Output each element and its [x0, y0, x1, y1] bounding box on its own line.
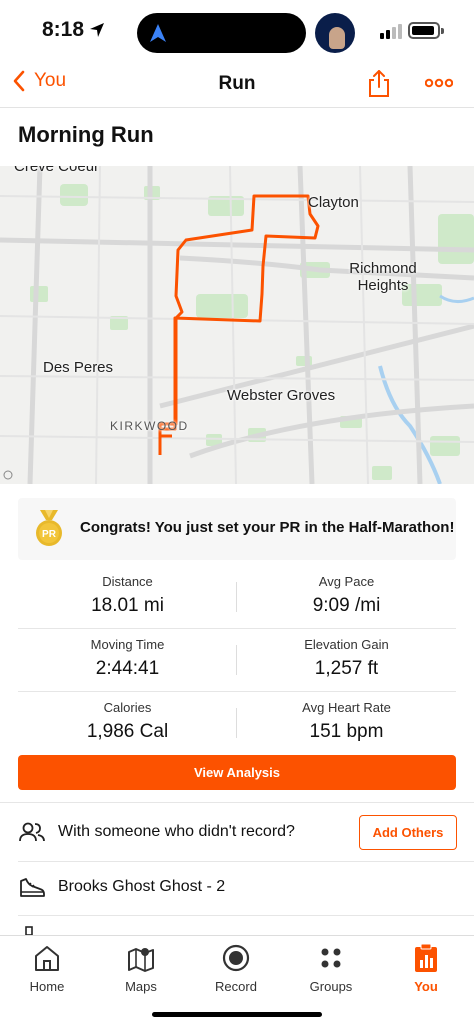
- tab-label: You: [414, 979, 438, 994]
- section-divider: [0, 802, 474, 803]
- add-others-button[interactable]: Add Others: [359, 815, 457, 850]
- tab-label: Record: [215, 979, 257, 994]
- map-background: [0, 166, 474, 484]
- map-label-creve-coeur: Creve Coeur: [14, 166, 100, 175]
- stat-value: 1,257 ft: [314, 658, 379, 679]
- route-map[interactable]: Creve Coeur Clayton Richmond Heights Des…: [0, 166, 474, 484]
- navigation-icon: [150, 24, 166, 42]
- status-bar: 8:18: [0, 0, 474, 62]
- pr-medal-icon: PR: [36, 510, 62, 546]
- activity-title: Morning Run: [18, 122, 154, 147]
- tab-groups[interactable]: Groups: [284, 942, 378, 994]
- record-icon: [222, 944, 250, 972]
- route-line: [158, 194, 320, 455]
- gear-row[interactable]: Brooks Ghost Ghost - 2: [0, 861, 474, 915]
- stat-value: 18.01 mi: [91, 595, 164, 616]
- stats-row: Moving Time 2:44:41 Elevation Gain 1,257…: [18, 629, 456, 692]
- tab-label: Groups: [309, 979, 353, 994]
- stat-value: 2:44:41: [95, 658, 160, 679]
- pr-message: Congrats! You just set your PR in the Ha…: [80, 519, 455, 536]
- status-time: 8:18: [42, 18, 85, 41]
- battery-icon: [408, 22, 444, 39]
- section-divider: [18, 915, 474, 916]
- gear-name: Brooks Ghost Ghost - 2: [58, 878, 226, 895]
- stat-value: 9:09 /mi: [312, 595, 381, 616]
- map-label-kirkwood: KIRKWOOD: [110, 419, 189, 433]
- stat-moving-time: Moving Time 2:44:41: [18, 637, 237, 680]
- tab-home[interactable]: Home: [0, 942, 94, 994]
- stat-distance: Distance 18.01 mi: [18, 574, 237, 617]
- stat-calories: Calories 1,986 Cal: [18, 700, 237, 743]
- dynamic-island: [137, 13, 306, 53]
- stat-label: Distance: [102, 574, 153, 589]
- tab-label: Maps: [125, 979, 157, 994]
- stat-label: Elevation Gain: [304, 637, 389, 652]
- map-label-richmond-heights: Richmond Heights: [349, 260, 417, 294]
- live-activity-thumbnail[interactable]: [315, 13, 355, 53]
- more-options-icon[interactable]: [425, 78, 453, 88]
- map-label-webster-groves: Webster Groves: [227, 387, 336, 404]
- partial-row-icon: [25, 926, 33, 935]
- tab-label: Home: [29, 979, 65, 994]
- stat-elevation-gain: Elevation Gain 1,257 ft: [237, 637, 456, 680]
- groups-icon: [321, 948, 341, 968]
- stat-value: 1,986 Cal: [86, 721, 169, 742]
- shoe-icon: [20, 878, 45, 897]
- add-others-prompt: With someone who didn't record?: [58, 823, 295, 840]
- stat-label: Calories: [103, 700, 152, 715]
- stat-avg-pace: Avg Pace 9:09 /mi: [237, 574, 456, 617]
- stat-label: Avg Heart Rate: [302, 700, 391, 715]
- tab-maps[interactable]: Maps: [94, 942, 188, 994]
- stats-grid: Distance 18.01 mi Avg Pace 9:09 /mi Movi…: [18, 566, 456, 755]
- people-icon: [19, 822, 45, 842]
- location-arrow-icon: [90, 23, 104, 37]
- stat-label: Avg Pace: [318, 574, 375, 589]
- map-label-des-peres: Des Peres: [43, 359, 114, 376]
- pr-banner[interactable]: PR Congrats! You just set your PR in the…: [18, 498, 456, 560]
- tab-record[interactable]: Record: [189, 942, 283, 994]
- you-icon: [415, 943, 437, 972]
- page-title: Run: [218, 73, 256, 94]
- home-icon: [35, 946, 59, 971]
- home-indicator: [152, 1012, 322, 1017]
- thumbnail-image: [329, 27, 345, 49]
- stat-label: Moving Time: [90, 637, 165, 652]
- view-analysis-button[interactable]: View Analysis: [18, 755, 456, 790]
- stat-value: 151 bpm: [309, 721, 384, 742]
- nav-header: You Run: [0, 62, 474, 108]
- maps-icon: [128, 948, 154, 972]
- cellular-signal-icon: [380, 24, 402, 39]
- tab-you[interactable]: You: [379, 942, 473, 994]
- stat-avg-heart-rate: Avg Heart Rate 151 bpm: [237, 700, 456, 743]
- share-icon[interactable]: [366, 68, 392, 98]
- pr-medal-text: PR: [42, 529, 57, 540]
- stats-row: Calories 1,986 Cal Avg Heart Rate 151 bp…: [18, 692, 456, 755]
- map-label-clayton: Clayton: [308, 194, 359, 211]
- stats-row: Distance 18.01 mi Avg Pace 9:09 /mi: [18, 566, 456, 629]
- add-others-row: With someone who didn't record? Add Othe…: [0, 806, 474, 860]
